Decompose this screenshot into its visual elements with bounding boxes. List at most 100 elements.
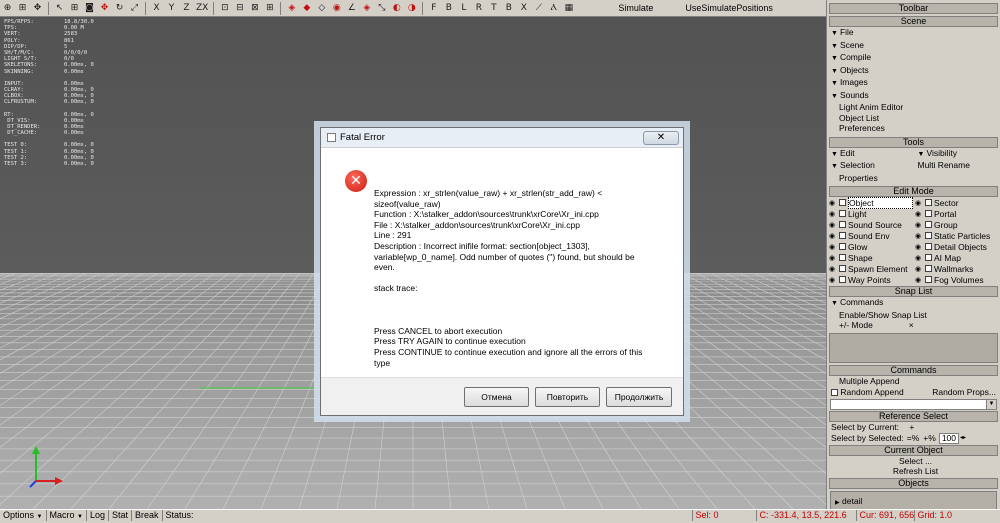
break-button[interactable]: Break [132,510,163,521]
objects-header[interactable]: Objects [829,478,998,489]
spin-arrows-icon[interactable]: ◂▸ [960,433,966,444]
snap-mode-toggle[interactable]: +/- [839,320,849,330]
eye-icon[interactable]: ◉ [913,210,923,218]
scale-icon[interactable]: ⤢ [128,1,141,16]
select-arrow-icon[interactable]: ↖ [53,1,66,16]
eye-icon[interactable]: ◉ [913,265,923,273]
random-append-row[interactable]: Random Append [831,387,904,397]
view-right-button[interactable]: R [472,1,485,16]
camera-icon[interactable]: ◙ [83,1,96,16]
axis-y-button[interactable]: Y [165,1,178,16]
eye-icon[interactable]: ◉ [827,265,837,273]
edit-mode-checkbox[interactable] [839,254,846,261]
edit-mode-checkbox[interactable] [839,221,846,228]
scene-file-item[interactable]: ▼File [827,27,1000,40]
edit-mode-item[interactable]: ◉Detail Objects [913,242,999,252]
select-plus-pct-button[interactable]: +% [923,433,936,444]
eye-icon[interactable]: ◉ [913,221,923,229]
edit-mode-item[interactable]: ◉Wallmarks [913,264,999,274]
macro-menu[interactable]: Macro ▼ [47,510,87,521]
edit-mode-checkbox[interactable] [925,210,932,217]
select-by-current-row[interactable]: Select by Current: + [827,422,1000,433]
dialog-titlebar[interactable]: Fatal Error ✕ [321,128,683,148]
zoom-extents-icon[interactable]: ⊞ [16,1,29,16]
edit-mode-item[interactable]: ◉Glow [827,242,913,252]
options-menu[interactable]: Options ▼ [0,510,47,521]
add-icon[interactable]: ⊞ [68,1,81,16]
rotate-icon[interactable]: ↻ [113,1,126,16]
select-by-current-plus-button[interactable]: + [909,422,914,432]
eye-icon[interactable]: ◉ [913,232,923,240]
edit-mode-item[interactable]: ◉Static Particles [913,231,999,241]
snap-moveto-icon[interactable]: ◉ [330,1,343,16]
edit-mode-item[interactable]: ◉Group [913,220,999,230]
edit-mode-item[interactable]: ◉Object [827,197,913,209]
edit-mode-checkbox[interactable] [925,254,932,261]
snap-commands-item[interactable]: ▼Commands [827,297,1000,310]
snap-vertex-icon[interactable]: ◇ [315,1,328,16]
edit-mode-checkbox[interactable] [925,199,932,206]
perspective-icon[interactable]: ⟋ [532,1,545,16]
csys-icon[interactable]: ⊡ [218,1,231,16]
axis-x-button[interactable]: X [150,1,163,16]
eye-icon[interactable]: ◉ [913,243,923,251]
eye-icon[interactable]: ◉ [913,199,923,207]
edit-mode-checkbox[interactable] [839,265,846,272]
continue-button[interactable]: Продолжить [606,387,672,407]
snap-list-header[interactable]: Snap List [829,286,998,297]
edit-mode-checkbox[interactable] [839,232,846,239]
snap-list-box[interactable] [829,333,998,363]
tools-selection-item[interactable]: ▼Selection [827,160,914,173]
log-button[interactable]: Log [87,510,109,521]
grid-toggle-icon[interactable]: ⊞ [263,1,276,16]
view-left-button[interactable]: L [457,1,470,16]
ortho-icon[interactable]: Ⲁ [547,1,560,16]
edit-mode-item[interactable]: ◉AI Map [913,253,999,263]
scene-scene-item[interactable]: ▼Scene [827,40,1000,53]
edit-mode-checkbox[interactable] [925,221,932,228]
edit-mode-checkbox[interactable] [839,243,846,250]
scene-sounds-item[interactable]: ▼Sounds [827,90,1000,103]
edit-mode-item[interactable]: ◉Fog Volumes [913,275,999,285]
multiple-append-button[interactable]: Multiple Append [827,376,1000,387]
edit-mode-header[interactable]: Edit Mode [829,186,998,197]
csys-parent-icon[interactable]: ⊟ [233,1,246,16]
tools-properties-item[interactable]: Properties [827,173,1000,184]
view-bottom-button[interactable]: B [502,1,515,16]
csys-local-icon[interactable]: ⊠ [248,1,261,16]
view-back-button[interactable]: B [442,1,455,16]
eye-icon[interactable]: ◉ [827,221,837,229]
simulate-button[interactable]: Simulate [614,3,657,13]
select-object-button[interactable]: Select ... [827,456,1000,467]
stat-button[interactable]: Stat [109,510,132,521]
eye-icon[interactable]: ◉ [827,276,837,284]
snap-normal-icon[interactable]: ◈ [360,1,373,16]
commands-header[interactable]: Commands [829,365,998,376]
list-item[interactable]: ▶ detail [835,496,992,506]
move-icon[interactable]: ✥ [98,1,111,16]
eye-icon[interactable]: ◉ [827,243,837,251]
commands-dropdown[interactable]: ▼ [830,399,997,410]
zoom-icon[interactable]: ⊕ [1,1,14,16]
use-simulate-positions-button[interactable]: UseSimulatePositions [681,3,777,13]
snap-scale-icon[interactable]: ⤡ [375,1,388,16]
edit-mode-item[interactable]: ◉Spawn Element [827,264,913,274]
scene-header[interactable]: Scene [829,16,998,27]
tools-header[interactable]: Tools [829,137,998,148]
edit-mode-item[interactable]: ◉Way Points [827,275,913,285]
fill-mode-icon[interactable]: ▦ [562,1,575,16]
close-button[interactable]: ✕ [643,131,679,145]
edit-mode-item[interactable]: ◉Portal [913,209,999,219]
edit-mode-checkbox[interactable] [839,210,846,217]
axis-zx-button[interactable]: ZX [195,1,209,16]
edit-mode-item[interactable]: ◉Light [827,209,913,219]
edit-mode-checkbox[interactable] [925,265,932,272]
scene-images-item[interactable]: ▼Images [827,77,1000,90]
eye-icon[interactable]: ◉ [827,232,837,240]
view-front-button[interactable]: F [427,1,440,16]
axis-z-button[interactable]: Z [180,1,193,16]
light-anim-editor-item[interactable]: Light Anim Editor [827,102,1000,113]
eye-icon[interactable]: ◉ [827,210,837,218]
tools-multi-rename-item[interactable]: Multi Rename [914,160,1000,173]
random-props-button[interactable]: Random Props... [932,387,996,397]
